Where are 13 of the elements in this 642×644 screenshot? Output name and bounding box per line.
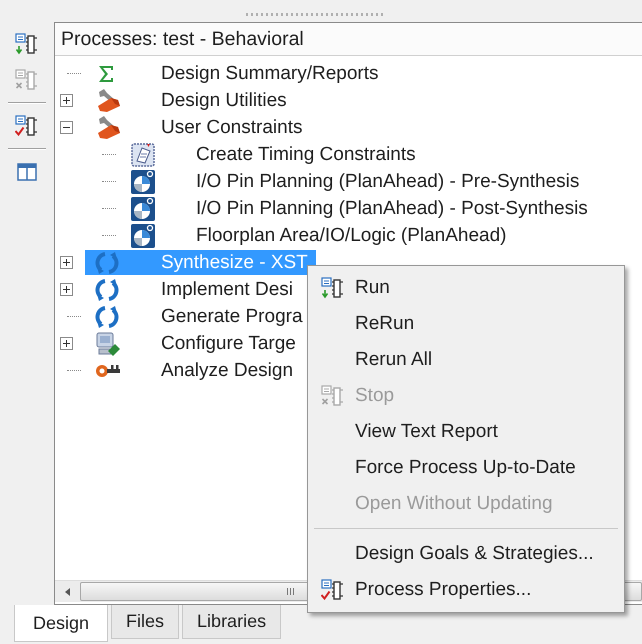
tree-item-label: Configure Targe xyxy=(161,332,296,354)
tree-item-label: Create Timing Constraints xyxy=(196,144,416,166)
tree-item-label: I/O Pin Planning (PlanAhead) - Post-Synthesis xyxy=(196,198,588,220)
tree-item-label: Design Summary/Reports xyxy=(161,62,379,84)
tree-item-label: Implement Desi xyxy=(161,278,293,300)
tree-item-label: Analyze Design xyxy=(161,360,294,382)
tree-item-label: I/O Pin Planning (PlanAhead) - Pre-Synthesis xyxy=(196,170,580,192)
tree-item-label: User Constraints xyxy=(161,116,302,138)
panel-title: Processes: test - Behavioral xyxy=(61,28,304,50)
tree-item-label: Generate Progra xyxy=(161,306,303,328)
tree-item-label: Synthesize - XST xyxy=(161,252,308,274)
tree-item-label: Design Utilities xyxy=(161,90,287,112)
tree-item-label: Floorplan Area/IO/Logic (PlanAhead) xyxy=(196,224,507,246)
